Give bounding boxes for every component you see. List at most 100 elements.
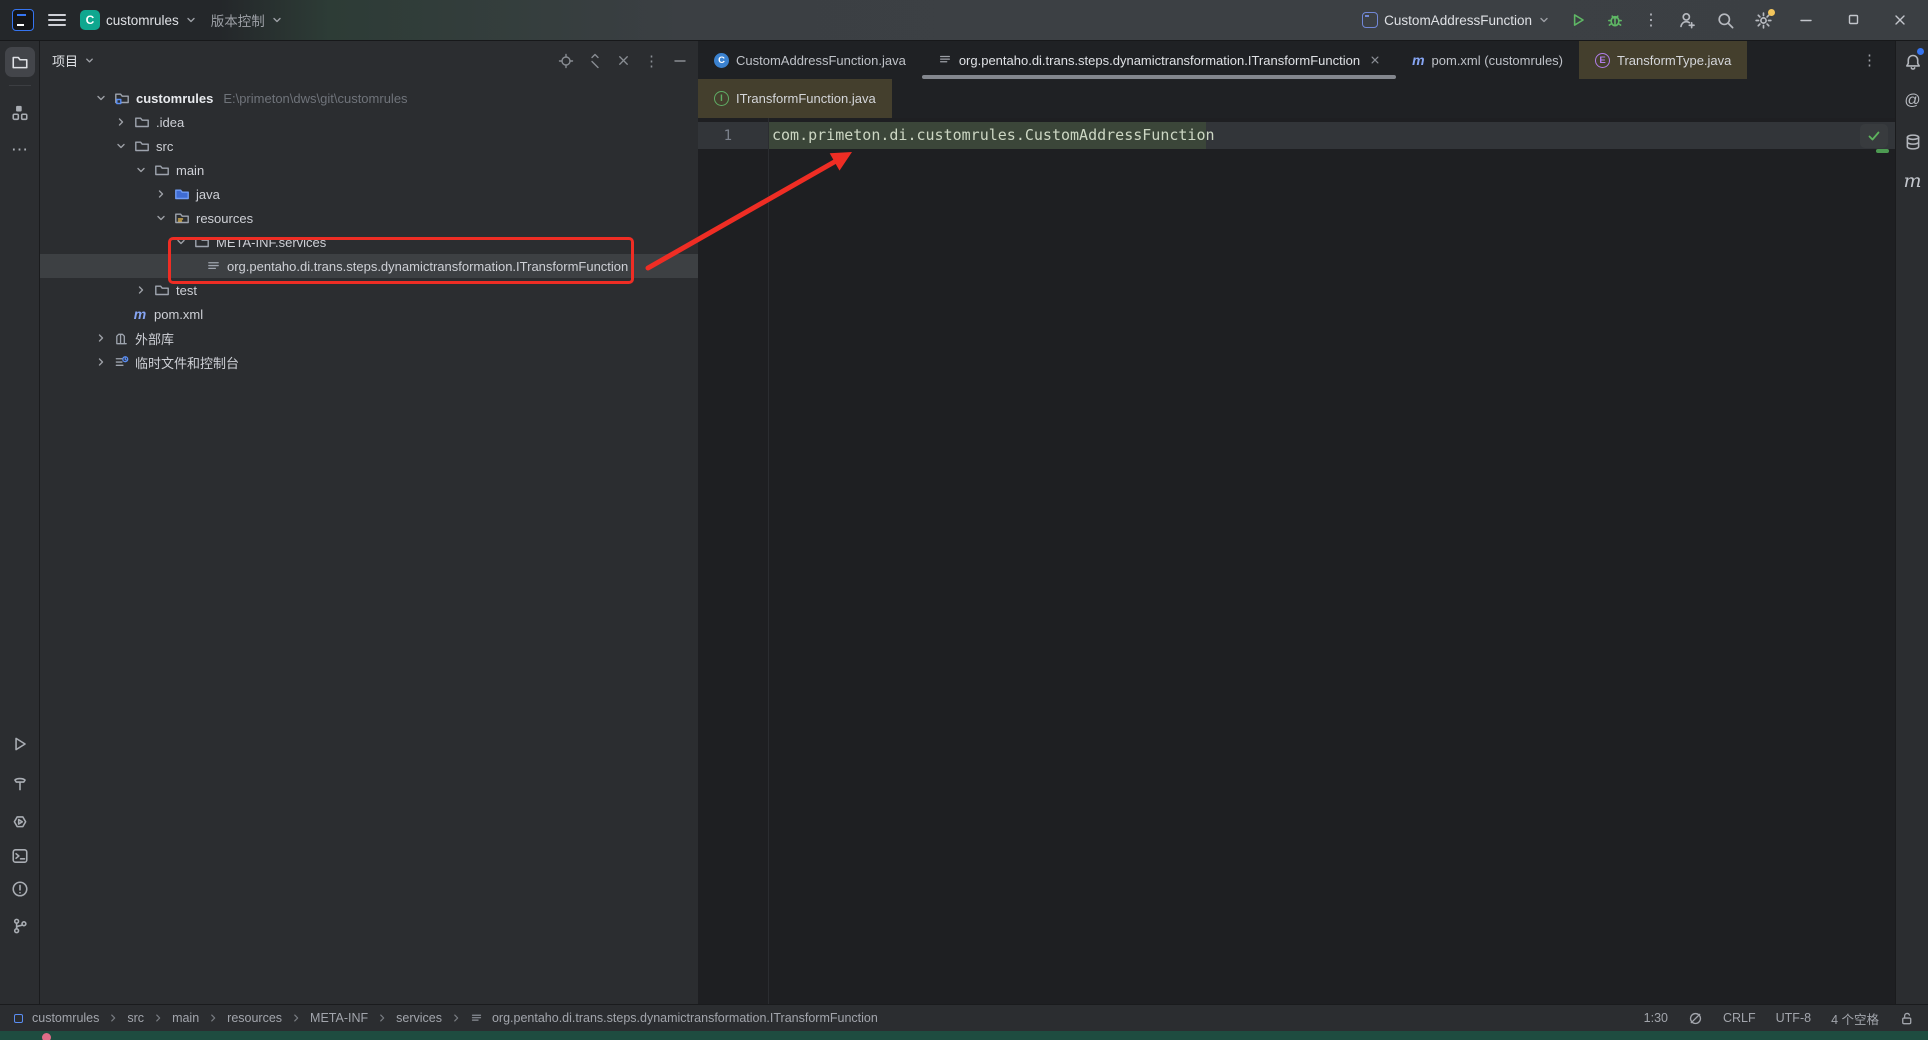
build-tool-icon[interactable] [5,769,35,799]
lock-open-icon[interactable] [1899,1011,1914,1026]
tab-customaddressfunction-java[interactable]: C CustomAddressFunction.java [698,41,922,79]
chevron-right-icon [377,1013,387,1023]
project-tool-icon[interactable] [5,47,35,77]
tab-label: ITransformFunction.java [736,91,876,106]
run-button[interactable] [1569,11,1587,29]
enum-icon: E [1595,53,1610,68]
maven-tool-icon[interactable]: m [1900,168,1925,193]
vcs-menu[interactable]: 版本控制 [211,10,283,30]
breadcrumb-item[interactable]: resources [227,1011,282,1025]
project-icon [14,1014,23,1023]
chevron-down-icon[interactable] [84,55,95,66]
tab-label: TransformType.java [1617,53,1731,68]
breadcrumb-item[interactable]: customrules [32,1011,99,1025]
collapse-all-icon[interactable] [616,53,631,68]
panel-options-kebab[interactable]: ⋮ [644,52,659,70]
inspections-ok-widget[interactable] [1860,124,1888,148]
window-minimize-button[interactable] [1792,13,1820,27]
maven-icon: m [1412,52,1424,68]
problems-tool-icon[interactable] [5,874,35,904]
chevron-right-icon[interactable] [154,188,168,200]
run-more-kebab[interactable]: ⋮ [1643,10,1659,30]
run-tool-icon[interactable] [5,729,35,759]
debug-button[interactable] [1606,11,1624,29]
chevron-down-icon[interactable] [134,164,148,176]
editor-tab-row-1: C CustomAddressFunction.java org.pentaho… [698,41,1895,79]
intellij-logo-icon[interactable] [12,9,34,31]
inspections-scrollbar-mark [1876,149,1889,153]
chevron-down-icon[interactable] [154,212,168,224]
tree-item-label: .idea [156,115,184,130]
breadcrumbs: customrules src main resources META-INF … [14,1011,878,1025]
chevron-right-icon [208,1013,218,1023]
tab-itransformfunction-java[interactable]: I ITransformFunction.java [698,79,892,118]
breadcrumb-item[interactable]: main [172,1011,199,1025]
tab-transformtype-java[interactable]: E TransformType.java [1579,41,1747,79]
tree-item-label: pom.xml [154,307,203,322]
terminal-tool-icon[interactable] [5,841,35,871]
resources-root-folder-icon [174,210,190,226]
tree-item-external-libraries[interactable]: 外部库 [40,326,698,350]
annotation-red-box [168,237,634,284]
ai-assistant-icon[interactable]: @ [1900,88,1925,113]
chevron-down-icon[interactable] [114,140,128,152]
tree-item-customrules[interactable]: customrules E:\primeton\dws\git\customru… [40,86,698,110]
chevron-down-icon[interactable] [94,92,108,104]
search-icon[interactable] [1716,11,1735,30]
scratch-files-icon [114,355,129,370]
settings-gear-icon[interactable] [1754,11,1773,30]
text-file-icon [938,53,952,67]
structure-tool-icon[interactable] [5,97,35,127]
close-icon[interactable] [1370,55,1380,65]
project-selector[interactable]: C customrules [80,10,197,30]
hide-panel-icon[interactable] [672,53,688,69]
tab-options-kebab[interactable]: ⋮ [1862,41,1877,79]
chevron-right-icon[interactable] [94,356,108,368]
chevron-right-icon[interactable] [134,284,148,296]
chevron-down-icon [1538,14,1550,26]
tab-itransformfunction-service[interactable]: org.pentaho.di.trans.steps.dynamictransf… [922,41,1396,79]
breadcrumb-item[interactable]: org.pentaho.di.trans.steps.dynamictransf… [492,1011,878,1025]
tree-item-label: 临时文件和控制台 [135,353,239,372]
project-panel-title[interactable]: 项目 [52,51,78,70]
tree-item-label: customrules [136,91,213,106]
add-user-icon[interactable] [1678,11,1697,30]
git-branch-tool-icon[interactable] [5,911,35,941]
chevron-right-icon[interactable] [94,332,108,344]
cursor-position[interactable]: 1:30 [1644,1011,1668,1025]
line-separator[interactable]: CRLF [1723,1011,1756,1025]
breadcrumb-item[interactable]: META-INF [310,1011,368,1025]
expand-collapse-icon[interactable] [587,53,603,69]
breadcrumb-item[interactable]: src [127,1011,144,1025]
tab-pom-xml[interactable]: m pom.xml (customrules) [1396,41,1579,79]
folder-icon [134,138,150,154]
readonly-pen-icon[interactable] [1688,1011,1703,1026]
taskbar-peek-dot [42,1033,51,1040]
services-tool-icon[interactable] [5,807,35,837]
vcs-menu-label: 版本控制 [211,10,265,30]
right-tool-strip: @ m [1895,41,1928,1004]
notifications-bell-icon[interactable] [1900,49,1925,74]
tree-item-scratches-consoles[interactable]: 临时文件和控制台 [40,350,698,374]
text-file-icon [470,1012,483,1025]
sources-root-folder-icon [174,186,190,202]
editor-tab-row-2: I ITransformFunction.java [698,79,1895,118]
run-config-label: CustomAddressFunction [1384,13,1532,28]
status-bar: customrules src main resources META-INF … [0,1004,1928,1031]
locate-file-icon[interactable] [558,53,574,69]
more-tools-icon[interactable]: ⋯ [5,135,35,165]
database-tool-icon[interactable] [1900,129,1925,154]
indent-setting[interactable]: 4 个空格 [1831,1009,1879,1028]
run-configuration-selector[interactable]: CustomAddressFunction [1362,12,1550,28]
main-menu-icon[interactable] [48,14,66,26]
file-encoding[interactable]: UTF-8 [1776,1011,1811,1025]
window-maximize-button[interactable] [1839,13,1867,27]
tree-item-pom-xml[interactable]: m pom.xml [40,302,698,326]
title-bar: C customrules 版本控制 CustomAddressFunction… [0,0,1928,41]
folder-icon [154,282,170,298]
tree-item-label: src [156,139,173,154]
breadcrumb-item[interactable]: services [396,1011,442,1025]
chevron-right-icon[interactable] [114,116,128,128]
window-close-button[interactable] [1886,13,1914,27]
chevron-right-icon [108,1013,118,1023]
